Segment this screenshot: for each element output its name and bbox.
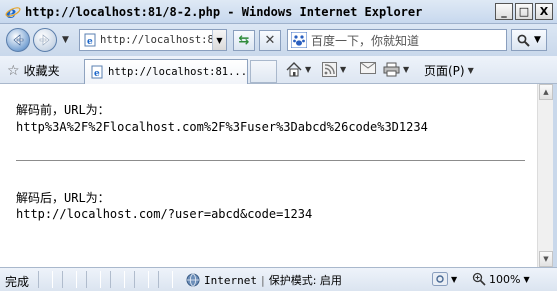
zone-separator: | (260, 273, 265, 287)
window-right-border (553, 84, 557, 267)
scroll-up-arrow-icon[interactable]: ▲ (539, 84, 553, 100)
zoom-level: 100% (489, 272, 521, 286)
stop-button[interactable]: ✕ (259, 30, 281, 51)
home-button[interactable]: ▼ (286, 62, 311, 77)
forward-button[interactable] (33, 28, 57, 52)
ie-logo-icon: e (5, 4, 21, 20)
back-arrow-icon (13, 34, 24, 46)
decoded-url-text: http://localhost.com/?user=abcd&code=123… (16, 207, 313, 221)
recent-pages-dropdown-icon[interactable]: ▼ (62, 35, 69, 45)
page-menu-button[interactable]: 页面(P) ▼ (424, 62, 474, 79)
tab-page-icon: e (91, 65, 103, 79)
minimize-button[interactable]: _ (495, 3, 513, 20)
horizontal-rule (16, 160, 525, 161)
printer-icon (383, 62, 400, 77)
stop-icon: ✕ (264, 33, 276, 48)
zoom-dropdown-icon[interactable]: ▼ (523, 275, 529, 284)
favorites-star-icon: ☆ (7, 62, 20, 79)
address-dropdown-icon[interactable]: ▼ (212, 30, 226, 50)
search-icon (517, 34, 530, 47)
search-button[interactable]: ▼ (511, 29, 547, 51)
forward-arrow-icon (39, 34, 50, 46)
tab-title: http://localhost:81... (108, 66, 247, 78)
tab-current-page[interactable]: e http://localhost:81... (84, 59, 248, 84)
refresh-icon: ⇆ (238, 33, 250, 48)
page-menu-dropdown-icon[interactable]: ▼ (468, 66, 474, 75)
protected-mode-status: 保护模式: 启用 (268, 274, 342, 287)
zoom-icon (472, 272, 486, 286)
close-button[interactable]: X (535, 3, 553, 20)
search-box[interactable]: 百度一下，你就知道 (287, 29, 507, 51)
favorites-button[interactable]: ☆ 收藏夹 (7, 62, 60, 79)
print-dropdown-icon[interactable]: ▼ (403, 65, 409, 74)
page-content: 解码前，URL为： http%3A%2F%2Flocalhost.com%2F%… (0, 84, 537, 267)
svg-text:e: e (94, 69, 100, 79)
maximize-button[interactable]: □ (515, 3, 533, 20)
print-button[interactable]: ▼ (383, 62, 409, 77)
address-text[interactable]: http://localhost:8 (100, 34, 212, 46)
status-segment (134, 271, 149, 288)
globe-icon (186, 273, 200, 287)
page-menu-label: 页面(P) (424, 64, 465, 78)
mail-icon (360, 62, 376, 74)
vertical-scrollbar[interactable]: ▲ ▼ (537, 84, 553, 267)
feeds-button[interactable]: ▼ (322, 62, 346, 77)
address-bar[interactable]: e http://localhost:8 ▼ (79, 29, 227, 51)
status-segment (158, 271, 173, 288)
status-bar: 完成 Internet | 保护模式: 启用 ▼ 100% ▼ (0, 267, 557, 291)
home-dropdown-icon[interactable]: ▼ (305, 65, 311, 74)
mail-button[interactable] (360, 62, 376, 74)
status-segment (86, 271, 101, 288)
title-bar: e http://localhost:81/8-2.php - Windows … (0, 0, 557, 24)
addon-manager-button[interactable]: ▼ (432, 272, 457, 286)
favorites-label: 收藏夹 (23, 64, 60, 78)
scroll-down-arrow-icon[interactable]: ▼ (539, 251, 553, 267)
new-tab-button[interactable] (250, 60, 277, 83)
addon-dropdown-icon[interactable]: ▼ (451, 275, 457, 284)
encoded-url-text: http%3A%2F%2Flocalhost.com%2F%3Fuser%3Da… (16, 120, 428, 134)
back-button[interactable] (6, 28, 30, 52)
security-zone[interactable]: Internet | 保护模式: 启用 (186, 272, 342, 288)
zoom-control[interactable]: 100% ▼ (472, 272, 530, 286)
zone-name: Internet (204, 273, 257, 287)
before-decode-label: 解码前，URL为： (16, 103, 110, 117)
status-segment (110, 271, 125, 288)
page-icon: e (84, 33, 96, 47)
navigation-bar: ▼ e http://localhost:8 ▼ ⇆ ✕ 百度一下，你就知道 ▼ (0, 24, 557, 56)
status-segment (38, 271, 53, 288)
search-input[interactable]: 百度一下，你就知道 (311, 32, 419, 49)
refresh-button[interactable]: ⇆ (233, 30, 255, 51)
search-options-dropdown-icon[interactable]: ▼ (534, 35, 541, 45)
addon-gear-icon (432, 272, 448, 286)
svg-text:e: e (87, 37, 93, 47)
status-segment (62, 271, 77, 288)
favorites-bar: ☆ 收藏夹 e http://localhost:81... ▼ ▼ ▼ 页面(… (0, 56, 557, 84)
status-text: 完成 (5, 275, 30, 289)
after-decode-label: 解码后，URL为： (16, 191, 110, 205)
feeds-dropdown-icon[interactable]: ▼ (340, 65, 346, 74)
home-icon (286, 62, 302, 77)
baidu-paw-icon (291, 32, 307, 48)
window-title: http://localhost:81/8-2.php - Windows In… (25, 4, 423, 19)
rss-feed-icon (322, 62, 337, 77)
